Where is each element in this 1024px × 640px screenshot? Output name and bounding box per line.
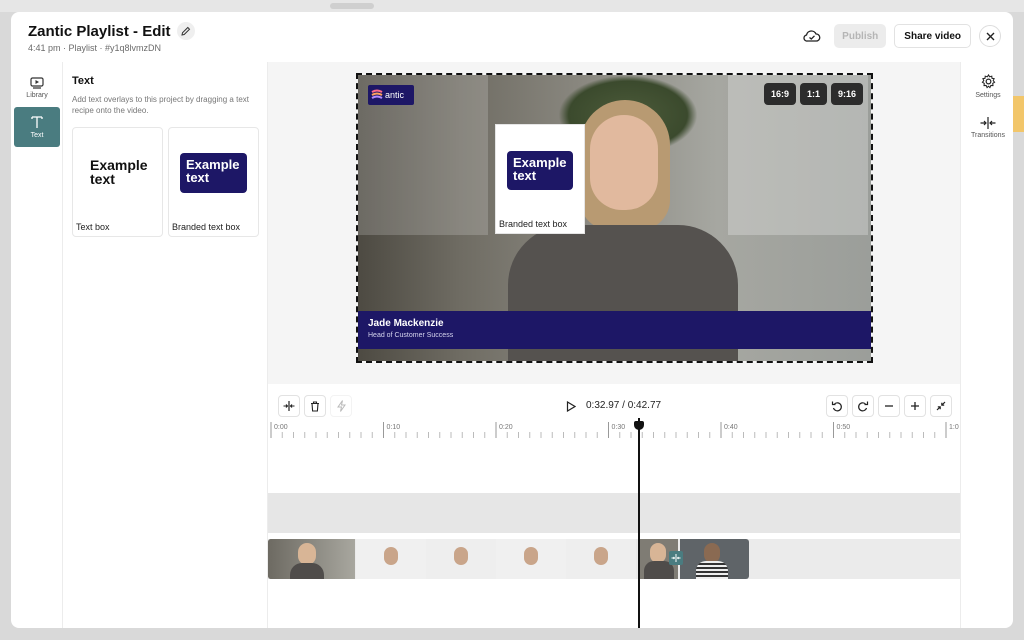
ruler-tick-label: 0:20 [499,424,513,431]
redo-icon [858,401,869,412]
video-clip[interactable] [268,539,355,579]
thumb-body [696,561,728,579]
rail-item-library[interactable]: Library [14,68,60,108]
editor-modal: Zantic Playlist - Edit 4:41 pm · Playlis… [11,12,1013,628]
thumb-face [384,547,398,565]
backdrop [0,0,1024,12]
left-rail: Library Text [11,62,63,628]
play-button[interactable] [564,399,578,413]
rail-item-transitions[interactable]: Transitions [965,110,1011,146]
aspect-ratio-group: 16:9 1:1 9:16 [763,83,863,105]
panel-description: Add text overlays to this project by dra… [72,95,249,115]
thumb-face [594,547,608,565]
trash-icon [311,400,319,412]
split-button[interactable] [278,395,300,417]
editor-header: Zantic Playlist - Edit 4:41 pm · Playlis… [11,12,1013,62]
transitions-icon [980,117,996,129]
page-title-row: Zantic Playlist - Edit [28,22,195,40]
timeline[interactable]: 0:00 0:10 0:20 0:30 0:40 0:50 1:0 [268,418,960,628]
bolt-icon [336,400,346,412]
undo-button[interactable] [826,395,848,417]
right-rail: Settings Transitions [960,62,1013,628]
page-subtitle: 4:41 pm · Playlist · #y1q8lvmzDN [28,43,162,53]
rail-item-label: Library [26,92,48,99]
thumb-body [290,563,324,579]
cloud-saved-icon [802,26,822,46]
ratio-16-9-button[interactable]: 16:9 [763,83,796,105]
undo-icon [831,401,842,412]
collapse-icon [936,401,946,411]
thumb-face [298,543,316,565]
ruler-tick-label: 1:0 [949,424,959,431]
time-ruler[interactable]: 0:00 0:10 0:20 0:30 0:40 0:50 1:0 [268,418,960,440]
logo-text: antic [385,90,405,100]
example-text-sample: Example text [90,157,148,187]
text-recipe-card-plain[interactable]: Example text Text box [72,127,163,237]
library-icon [30,77,44,89]
plus-icon [911,402,919,410]
lower-third-name: Jade Mackenzie [368,318,444,329]
thumb-face [650,543,666,563]
overlay-sample: Example text [507,151,573,190]
ruler-tick-label: 0:50 [837,424,851,431]
text-recipe-card-branded[interactable]: Example text Branded text box [168,127,259,237]
zoom-out-button[interactable] [878,395,900,417]
gear-icon [981,73,995,88]
editor-main: antic Example text Branded text box Jade… [268,62,960,628]
minus-icon [885,405,893,407]
rail-item-label: Text [30,132,44,139]
pencil-icon [180,26,190,36]
page-title: Zantic Playlist - Edit [28,22,171,40]
backdrop-pill [330,3,374,9]
redo-button[interactable] [852,395,874,417]
thumb-face [454,547,468,565]
publish-button[interactable]: Publish [834,24,887,48]
video-clip[interactable] [356,539,637,579]
branded-text-sample: Example text [180,153,247,193]
brand-logo: antic [368,85,414,105]
rail-item-label: Transitions [971,132,1005,139]
ruler-tick-label: 0:00 [274,424,288,431]
card-label: Branded text box [172,222,241,232]
ratio-9-16-button[interactable]: 9:16 [830,83,863,105]
magic-button[interactable] [330,395,352,417]
playhead[interactable] [638,418,640,628]
thumb-face [704,543,720,563]
card-label: Text box [76,222,110,232]
video-clip[interactable] [680,539,749,579]
delete-button[interactable] [304,395,326,417]
ruler-tick-label: 0:40 [724,424,738,431]
branded-text-overlay[interactable]: Example text Branded text box [495,124,585,234]
video-preview[interactable]: antic Example text Branded text box Jade… [356,73,873,363]
time-display: 0:32.97 / 0:42.77 [586,400,662,411]
share-video-button[interactable]: Share video [894,24,971,48]
backdrop-accent [1012,96,1024,132]
rail-item-text[interactable]: Text [14,107,60,147]
rail-item-settings[interactable]: Settings [965,68,1011,104]
lower-third-role: Head of Customer Success [368,332,454,339]
zoom-in-button[interactable] [904,395,926,417]
edit-title-button[interactable] [176,22,195,40]
ruler-tick-label: 0:10 [387,424,401,431]
ruler-tick-label: 0:30 [612,424,626,431]
thumb-face [524,547,538,565]
header-actions: Publish Share video [802,24,1001,48]
ratio-1-1-button[interactable]: 1:1 [799,83,827,105]
panel-title: Text [72,75,94,87]
text-icon [31,116,43,128]
close-button[interactable] [979,25,1001,47]
overlay-track[interactable] [268,493,960,533]
lower-third[interactable]: Jade Mackenzie Head of Customer Success [358,311,871,349]
collapse-button[interactable] [930,395,952,417]
text-panel: Text Add text overlays to this project b… [63,62,268,628]
play-icon [566,400,576,412]
split-icon [283,401,295,411]
overlay-label: Branded text box [499,219,568,229]
logo-mark-icon [371,89,383,99]
transition-icon[interactable] [669,551,683,565]
close-icon [986,32,994,40]
timeline-toolbar: 0:32.97 / 0:42.77 [268,384,960,418]
rail-item-label: Settings [975,91,1001,99]
presenter-face [590,115,658,210]
